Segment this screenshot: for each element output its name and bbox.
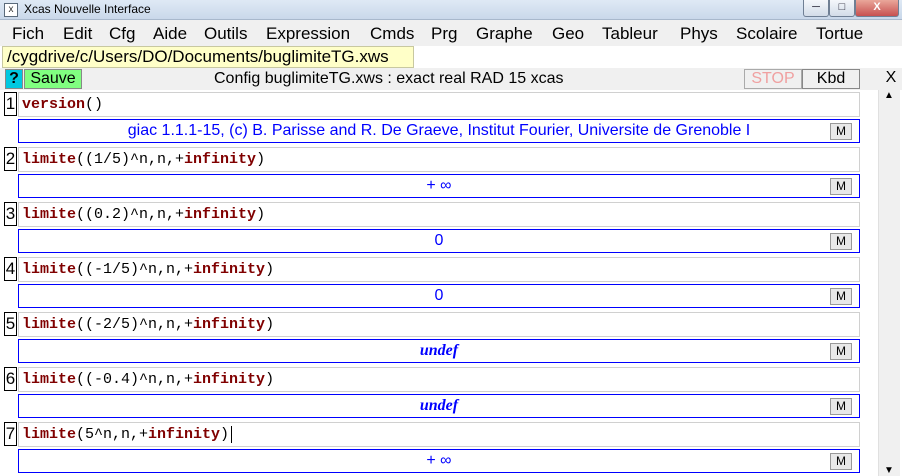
menu-edit[interactable]: Edit xyxy=(63,24,92,44)
menu-expression[interactable]: Expression xyxy=(266,24,350,44)
command-args: ((-0.4)^n,n,+ xyxy=(76,371,194,388)
level-number[interactable]: 2 xyxy=(4,147,17,171)
infinity-keyword: infinity xyxy=(148,426,221,443)
config-status[interactable]: Config buglimiteTG.xws : exact real RAD … xyxy=(214,70,563,88)
command-args-close: ) xyxy=(256,151,266,168)
command-args: ((-1/5)^n,n,+ xyxy=(76,261,194,278)
menu-outils[interactable]: Outils xyxy=(204,24,247,44)
xcas-app-icon: x xyxy=(4,3,18,17)
menu-tableur[interactable]: Tableur xyxy=(602,24,658,44)
result-output: undef xyxy=(18,394,860,418)
level-number[interactable]: 3 xyxy=(4,202,17,226)
file-path: /cygdrive/c/Users/DO/Documents/buglimite… xyxy=(2,46,414,68)
history-level: 2 limite((1/5)^n,n,+infinity) + ∞ M xyxy=(4,145,860,200)
result-output: + ∞ xyxy=(18,174,860,198)
level-number[interactable]: 4 xyxy=(4,257,17,281)
command-args-close: ) xyxy=(265,371,275,388)
scroll-down-icon[interactable]: ▼ xyxy=(884,465,894,476)
level-number[interactable]: 5 xyxy=(4,312,17,336)
menu-m-button[interactable]: M xyxy=(830,343,852,360)
command-args-close: ) xyxy=(256,206,266,223)
close-window-button[interactable]: X xyxy=(855,0,899,17)
minimize-button[interactable]: ─ xyxy=(803,0,829,17)
infinity-keyword: infinity xyxy=(184,151,257,168)
command-args: (5^n,n,+ xyxy=(76,426,149,443)
command-input[interactable]: limite((0.2)^n,n,+infinity) xyxy=(18,202,860,227)
result-output: undef xyxy=(18,339,860,363)
keyboard-button[interactable]: Kbd xyxy=(802,69,860,89)
title-bar: x Xcas Nouvelle Interface ─ □ X xyxy=(0,0,902,20)
menu-m-button[interactable]: M xyxy=(830,123,852,140)
menu-fich[interactable]: Fich xyxy=(12,24,44,44)
command-args: () xyxy=(85,96,104,113)
command-args-close: ) xyxy=(265,316,275,333)
result-output: 0 xyxy=(18,229,860,253)
command-input[interactable]: limite((-0.4)^n,n,+infinity) xyxy=(18,367,860,392)
level-number[interactable]: 6 xyxy=(4,367,17,391)
result-output: giac 1.1.1-15, (c) B. Parisse and R. De … xyxy=(18,119,860,143)
menu-aide[interactable]: Aide xyxy=(153,24,187,44)
maximize-button[interactable]: □ xyxy=(829,0,855,17)
command-input[interactable]: limite((-2/5)^n,n,+infinity) xyxy=(18,312,860,337)
menu-tortue[interactable]: Tortue xyxy=(816,24,863,44)
infinity-keyword: infinity xyxy=(193,316,266,333)
menu-phys[interactable]: Phys xyxy=(680,24,718,44)
history-level: 4 limite((-1/5)^n,n,+infinity) 0 M xyxy=(4,255,860,310)
command-args-close: ) xyxy=(220,426,230,443)
menu-geo[interactable]: Geo xyxy=(552,24,584,44)
command-keyword: limite xyxy=(22,151,77,168)
menu-m-button[interactable]: M xyxy=(830,398,852,415)
history-level: 3 limite((0.2)^n,n,+infinity) 0 M xyxy=(4,200,860,255)
command-input[interactable]: version() xyxy=(18,92,860,117)
level-number[interactable]: 7 xyxy=(4,422,17,446)
infinity-keyword: infinity xyxy=(193,261,266,278)
help-button[interactable]: ? xyxy=(5,69,23,89)
command-args-close: ) xyxy=(265,261,275,278)
command-args: ((0.2)^n,n,+ xyxy=(76,206,185,223)
infinity-keyword: infinity xyxy=(184,206,257,223)
menu-m-button[interactable]: M xyxy=(830,178,852,195)
history-level: 1 version() giac 1.1.1-15, (c) B. Pariss… xyxy=(4,90,860,145)
menu-scolaire[interactable]: Scolaire xyxy=(736,24,797,44)
command-args: ((1/5)^n,n,+ xyxy=(76,151,185,168)
menu-m-button[interactable]: M xyxy=(830,288,852,305)
command-input[interactable]: limite(5^n,n,+infinity) xyxy=(18,422,860,447)
command-keyword: version xyxy=(22,96,86,113)
history-level: 5 limite((-2/5)^n,n,+infinity) undef M xyxy=(4,310,860,365)
command-input[interactable]: limite((1/5)^n,n,+infinity) xyxy=(18,147,860,172)
history-level: 7 limite(5^n,n,+infinity) + ∞ M xyxy=(4,420,860,475)
session-area: 1 version() giac 1.1.1-15, (c) B. Pariss… xyxy=(4,90,860,476)
command-keyword: limite xyxy=(22,426,77,443)
stop-button[interactable]: STOP xyxy=(744,69,802,89)
scroll-up-icon[interactable]: ▲ xyxy=(884,90,894,101)
close-session-button[interactable]: X xyxy=(882,69,900,89)
command-input[interactable]: limite((-1/5)^n,n,+infinity) xyxy=(18,257,860,282)
text-cursor xyxy=(231,425,233,443)
menu-m-button[interactable]: M xyxy=(830,453,852,470)
window-title: Xcas Nouvelle Interface xyxy=(24,2,151,16)
result-output: + ∞ xyxy=(18,449,860,473)
command-args: ((-2/5)^n,n,+ xyxy=(76,316,194,333)
session-toolbar: ? Sauve Config buglimiteTG.xws : exact r… xyxy=(0,68,902,90)
menu-m-button[interactable]: M xyxy=(830,233,852,250)
vertical-scrollbar[interactable]: ▲ ▼ xyxy=(878,90,900,476)
command-keyword: limite xyxy=(22,261,77,278)
command-keyword: limite xyxy=(22,316,77,333)
history-level: 6 limite((-0.4)^n,n,+infinity) undef M xyxy=(4,365,860,420)
menu-cfg[interactable]: Cfg xyxy=(109,24,135,44)
save-button[interactable]: Sauve xyxy=(24,69,82,89)
level-number[interactable]: 1 xyxy=(4,92,17,116)
command-keyword: limite xyxy=(22,371,77,388)
menu-prg[interactable]: Prg xyxy=(431,24,457,44)
command-keyword: limite xyxy=(22,206,77,223)
menu-cmds[interactable]: Cmds xyxy=(370,24,414,44)
menu-bar: Fich Edit Cfg Aide Outils Expression Cmd… xyxy=(0,20,902,46)
menu-graphe[interactable]: Graphe xyxy=(476,24,533,44)
result-output: 0 xyxy=(18,284,860,308)
infinity-keyword: infinity xyxy=(193,371,266,388)
